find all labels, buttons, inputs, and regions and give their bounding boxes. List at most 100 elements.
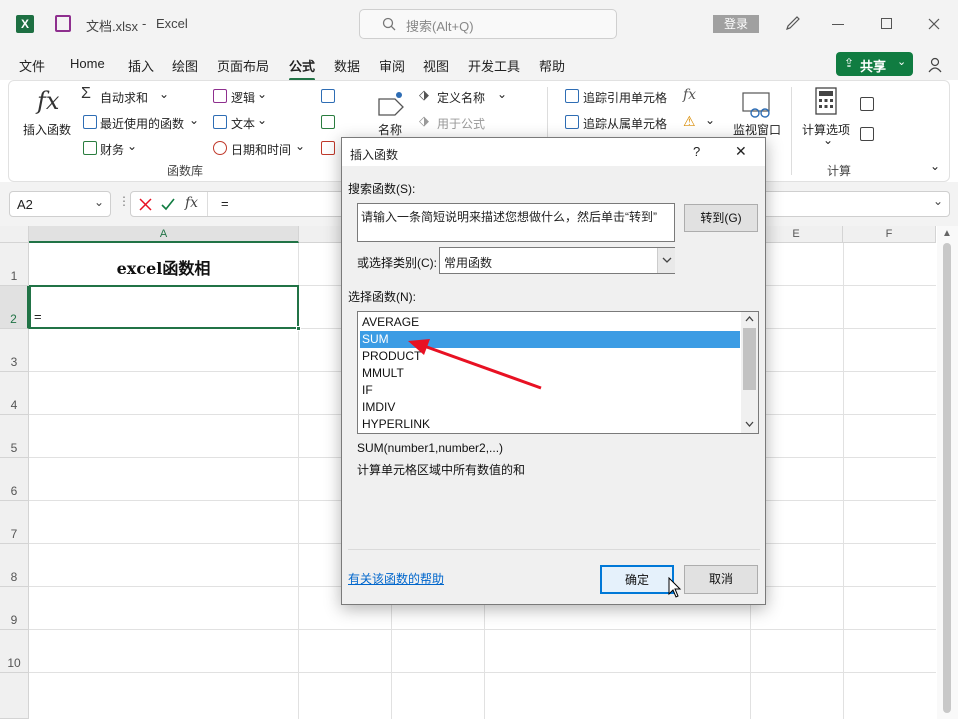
define-name-button[interactable]: 定义名称 bbox=[437, 89, 485, 106]
expand-formula-icon[interactable]: ⌄ bbox=[933, 194, 943, 208]
cancel-icon[interactable] bbox=[139, 198, 152, 211]
category-dropdown-button[interactable] bbox=[657, 248, 675, 273]
scroll-up-icon[interactable]: ▲ bbox=[942, 228, 952, 239]
row-header-5[interactable]: 5 bbox=[0, 415, 29, 458]
vertical-scrollbar[interactable]: ▲ bbox=[937, 226, 958, 719]
error-checking-chevron-icon[interactable]: ⌄ bbox=[705, 113, 715, 127]
dialog-titlebar: 插入函数 ? ✕ bbox=[342, 138, 765, 166]
text-chevron-icon[interactable]: ⌄ bbox=[257, 113, 267, 127]
function-help-link[interactable]: 有关该函数的帮助 bbox=[348, 570, 444, 587]
search-box[interactable]: 搜索(Alt+Q) bbox=[359, 9, 617, 39]
login-button[interactable]: 登录 bbox=[713, 15, 759, 33]
tab-draw[interactable]: 绘图 bbox=[172, 56, 198, 75]
show-formulas-icon[interactable]: fx bbox=[683, 87, 696, 103]
trace-dependents-button[interactable]: 追踪从属单元格 bbox=[583, 115, 667, 132]
tab-data[interactable]: 数据 bbox=[334, 56, 360, 75]
row-header-1[interactable]: 1 bbox=[0, 243, 29, 286]
function-library-label: 函数库 bbox=[167, 164, 204, 178]
financial-button[interactable]: 财务 bbox=[100, 141, 124, 158]
financial-chevron-icon[interactable]: ⌄ bbox=[127, 139, 137, 153]
more-functions-icon[interactable] bbox=[321, 141, 335, 155]
use-in-formula-button[interactable]: 用于公式 bbox=[437, 115, 485, 132]
logical-chevron-icon[interactable]: ⌄ bbox=[257, 87, 267, 101]
text-button[interactable]: 文本 bbox=[231, 115, 255, 132]
tab-home[interactable]: Home bbox=[70, 56, 105, 71]
tab-help[interactable]: 帮助 bbox=[539, 56, 565, 75]
row-header-9[interactable]: 9 bbox=[0, 587, 29, 630]
goto-button[interactable]: 转到(G) bbox=[684, 204, 758, 232]
function-item-imdiv[interactable]: IMDIV bbox=[360, 399, 740, 416]
help-button[interactable]: ? bbox=[693, 144, 700, 159]
scroll-up-icon[interactable] bbox=[744, 315, 755, 323]
collapse-ribbon-icon[interactable]: ⌄ bbox=[930, 159, 940, 173]
define-name-chevron-icon[interactable]: ⌄ bbox=[497, 87, 507, 101]
trace-precedents-button[interactable]: 追踪引用单元格 bbox=[583, 89, 667, 106]
error-checking-icon[interactable]: ⚠ bbox=[683, 113, 696, 130]
chevron-down-icon[interactable]: ⌄ bbox=[94, 195, 104, 209]
comments-icon[interactable] bbox=[927, 56, 945, 74]
scroll-thumb[interactable] bbox=[943, 243, 951, 713]
recent-chevron-icon[interactable]: ⌄ bbox=[189, 113, 199, 127]
row-header-11[interactable] bbox=[0, 673, 29, 719]
cell-a1[interactable]: excel函数相 bbox=[29, 243, 298, 285]
tab-file[interactable]: 文件 bbox=[19, 56, 45, 75]
row-header-10[interactable]: 10 bbox=[0, 630, 29, 673]
calculate-now-icon[interactable] bbox=[860, 97, 874, 111]
datetime-chevron-icon[interactable]: ⌄ bbox=[295, 139, 305, 153]
row-header-7[interactable]: 7 bbox=[0, 501, 29, 544]
function-item-average[interactable]: AVERAGE bbox=[360, 314, 740, 331]
tab-view[interactable]: 视图 bbox=[423, 56, 449, 75]
datetime-button[interactable]: 日期和时间 bbox=[231, 141, 291, 158]
tab-review[interactable]: 审阅 bbox=[379, 56, 405, 75]
name-manager-button[interactable]: 名称 bbox=[378, 121, 402, 138]
fx-icon[interactable]: fx bbox=[185, 195, 198, 211]
recent-functions-button[interactable]: 最近使用的函数 bbox=[100, 115, 184, 132]
tab-developer[interactable]: 开发工具 bbox=[468, 56, 520, 75]
autosum-chevron-icon[interactable]: ⌄ bbox=[159, 87, 169, 101]
column-header-a[interactable]: A bbox=[29, 226, 299, 243]
scroll-down-icon[interactable] bbox=[744, 420, 755, 428]
insert-function-button[interactable]: 插入函数 bbox=[23, 121, 71, 138]
row-header-6[interactable]: 6 bbox=[0, 458, 29, 501]
save-icon[interactable] bbox=[55, 15, 71, 32]
select-all-corner[interactable] bbox=[0, 226, 29, 243]
maximize-button[interactable] bbox=[881, 18, 892, 29]
cell-a2-value: = bbox=[34, 309, 42, 324]
row-header-8[interactable]: 8 bbox=[0, 544, 29, 587]
tab-formulas[interactable]: 公式 bbox=[289, 56, 316, 81]
fill-handle[interactable] bbox=[296, 326, 301, 331]
share-button[interactable]: ⇪ 共享 ⌄ bbox=[836, 52, 913, 76]
dialog-close-button[interactable]: ✕ bbox=[735, 143, 747, 160]
minimize-button[interactable] bbox=[832, 24, 844, 25]
use-in-formula-icon: ⬗ bbox=[419, 113, 429, 128]
tab-insert[interactable]: 插入 bbox=[128, 56, 154, 75]
function-list-scroll-thumb[interactable] bbox=[743, 328, 756, 390]
lookup-icon[interactable] bbox=[321, 89, 335, 103]
autosum-button[interactable]: 自动求和 bbox=[100, 89, 148, 106]
cancel-button[interactable]: 取消 bbox=[684, 565, 758, 594]
column-header-f[interactable]: F bbox=[843, 226, 936, 243]
row-header-4[interactable]: 4 bbox=[0, 372, 29, 415]
category-select[interactable]: 常用函数 bbox=[439, 247, 675, 274]
math-icon[interactable] bbox=[321, 115, 335, 129]
row-header-2[interactable]: 2 bbox=[0, 286, 29, 329]
enter-icon[interactable] bbox=[161, 198, 175, 211]
calculate-sheet-icon[interactable] bbox=[860, 127, 874, 141]
pen-icon[interactable] bbox=[784, 14, 802, 32]
watch-window-button[interactable]: 监视窗口 bbox=[733, 121, 781, 138]
ribbon-separator bbox=[791, 87, 792, 175]
logical-button[interactable]: 逻辑 bbox=[231, 89, 255, 106]
row-header-3[interactable]: 3 bbox=[0, 329, 29, 372]
name-box[interactable]: A2 ⌄ bbox=[9, 191, 111, 217]
cell-a2-selected[interactable]: = bbox=[29, 285, 301, 331]
function-signature: SUM(number1,number2,...) bbox=[357, 441, 504, 455]
search-function-input[interactable]: 请输入一条简短说明来描述您想做什么，然后单击“转到” bbox=[357, 203, 675, 242]
function-list-scrollbar[interactable] bbox=[741, 312, 758, 433]
tab-page-layout[interactable]: 页面布局 bbox=[217, 56, 269, 75]
name-box-value: A2 bbox=[17, 197, 33, 212]
grid-line bbox=[29, 629, 936, 630]
function-item-hyperlink[interactable]: HYPERLINK bbox=[360, 416, 740, 433]
ok-button[interactable]: 确定 bbox=[600, 565, 674, 594]
close-window-button[interactable] bbox=[928, 18, 940, 30]
calc-options-chevron-icon[interactable]: ⌄ bbox=[823, 133, 833, 147]
